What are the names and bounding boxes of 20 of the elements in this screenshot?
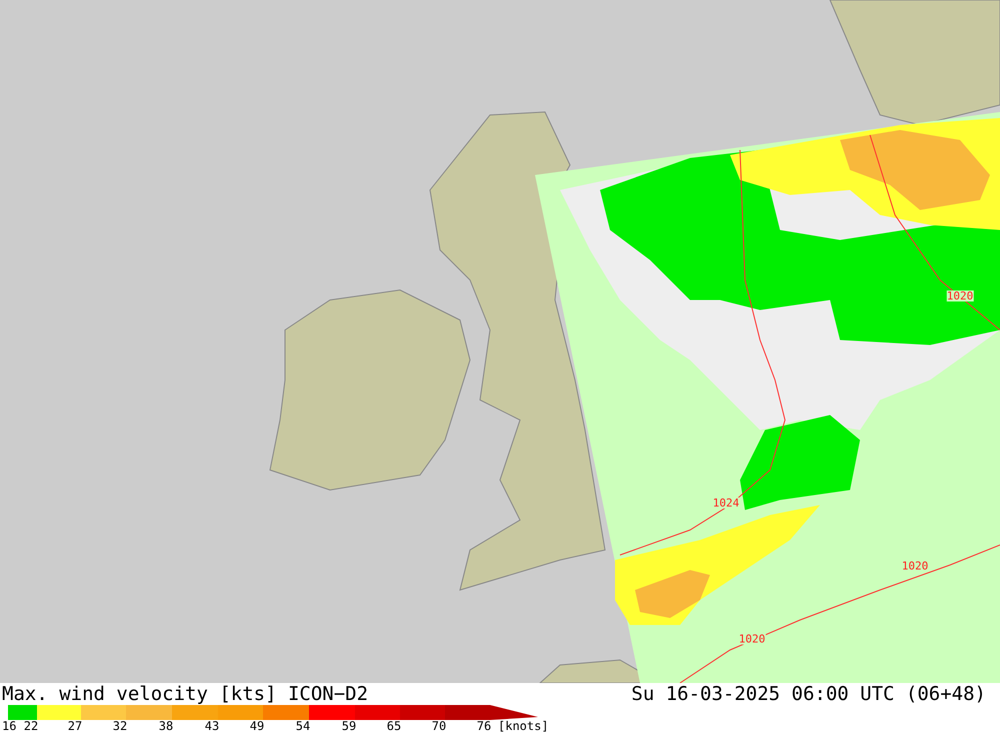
legend-label: 38 — [158, 720, 174, 732]
legend-unit: [knots] — [498, 720, 549, 732]
legend-label: 65 — [386, 720, 402, 732]
forecast-time: Su 16-03-2025 06:00 UTC (06+48) — [631, 684, 987, 704]
isobar-label: 1020 — [738, 634, 766, 644]
map-title: Max. wind velocity [kts] ICON−D2 — [2, 684, 368, 704]
legend-arrow-icon — [490, 705, 538, 720]
legend-label: 16 — [2, 720, 16, 732]
legend-label: 76 — [476, 720, 492, 732]
isobar-label: 1020 — [946, 290, 974, 302]
isobar-label: 1024 — [712, 498, 740, 508]
legend-label: 49 — [250, 720, 264, 732]
isobar-label: 1020 — [902, 560, 928, 572]
legend-label: 54 — [296, 720, 310, 732]
legend-label: 70 — [432, 720, 446, 732]
legend-label: 32 — [112, 720, 128, 732]
legend-label: 22 — [24, 720, 38, 732]
legend-label: 27 — [68, 720, 82, 732]
legend-label: 43 — [204, 720, 220, 732]
legend-label: 59 — [342, 720, 356, 732]
